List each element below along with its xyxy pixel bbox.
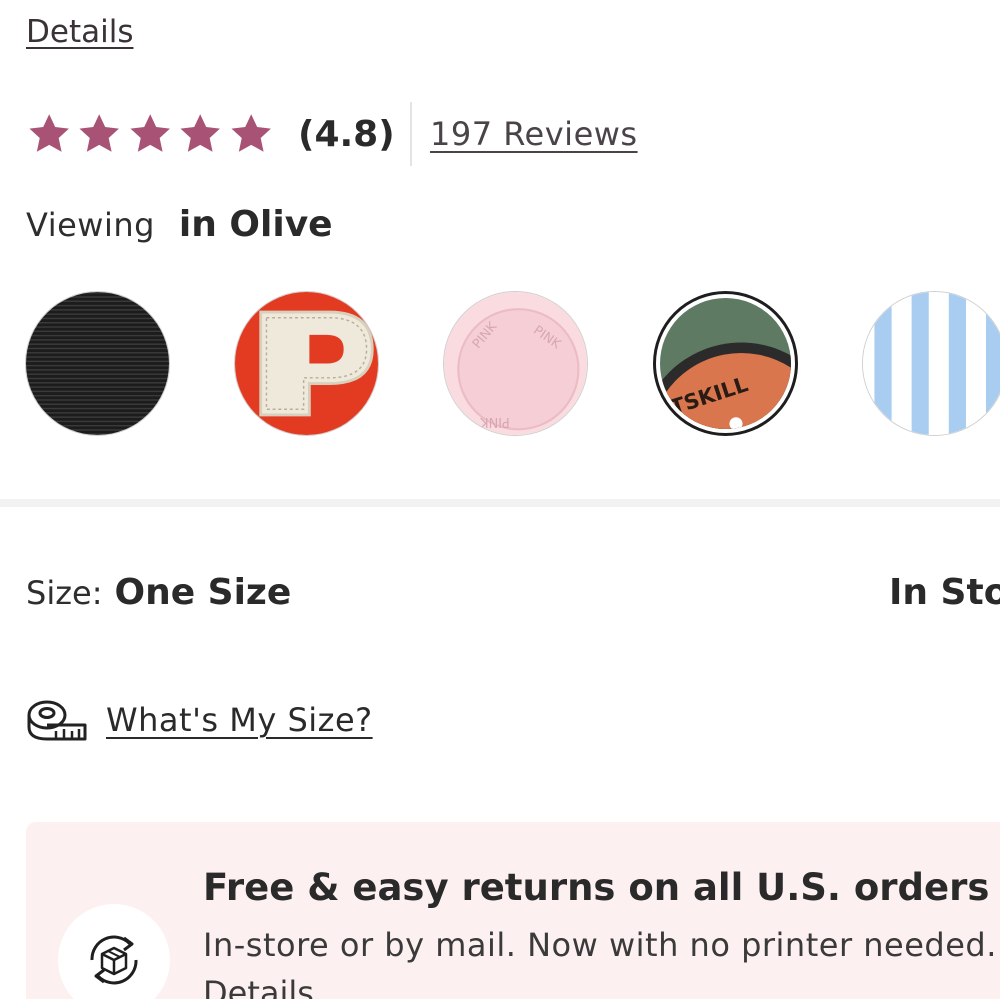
olive-patch-pattern: TSKILL [660,298,791,429]
rating-row: (4.8) 197 Reviews [26,102,638,166]
color-swatch-pink[interactable]: PINK PINK PINK [443,291,588,436]
stock-status: In Stock [889,572,1000,613]
star-icon [29,114,69,152]
reviews-link[interactable]: 197 Reviews [430,115,638,153]
returns-icon-badge [58,904,170,999]
size-row: Size: One Size [26,572,291,613]
star-icon [130,114,170,152]
returns-details-link[interactable]: Details [203,974,314,999]
details-link[interactable]: Details [26,14,133,50]
size-label: Size: [26,574,103,612]
black-stripe-pattern [26,292,169,435]
return-package-icon [90,935,138,985]
size-guide-link[interactable]: What's My Size? [26,697,373,743]
star-icon [180,114,221,152]
svg-text:PINK: PINK [480,414,510,429]
viewing-color-row: Viewing in Olive [26,204,333,245]
color-swatch-red-varsity[interactable] [234,291,379,436]
product-options-page: Details (4.8) 197 Reviews Viewing in Oli… [0,0,1000,999]
size-guide-label: What's My Size? [106,701,373,739]
varsity-p-pattern [235,292,378,435]
rating-value: (4.8) [298,113,395,155]
rating-divider [410,102,412,166]
returns-subtitle: In-store or by mail. Now with no printer… [203,926,997,964]
star-rating[interactable] [26,110,274,158]
viewing-label: Viewing [26,206,155,244]
pink-logo-pattern: PINK PINK PINK [444,292,587,435]
star-icon [79,114,120,152]
olive-swatch-inner: TSKILL [660,298,791,429]
color-swatch-blue-stripe[interactable] [862,291,1000,436]
color-swatch-olive[interactable]: TSKILL [653,291,798,436]
measuring-tape-icon [27,700,87,741]
blue-stripe-pattern [863,292,1000,435]
returns-info-panel: Free & easy returns on all U.S. orders I… [26,822,1000,999]
color-swatch-black[interactable] [25,291,170,436]
star-icon [231,114,271,152]
selected-color-name: in Olive [178,204,333,245]
returns-title: Free & easy returns on all U.S. orders [203,866,990,909]
section-divider [0,499,1000,507]
size-value: One Size [114,572,292,613]
